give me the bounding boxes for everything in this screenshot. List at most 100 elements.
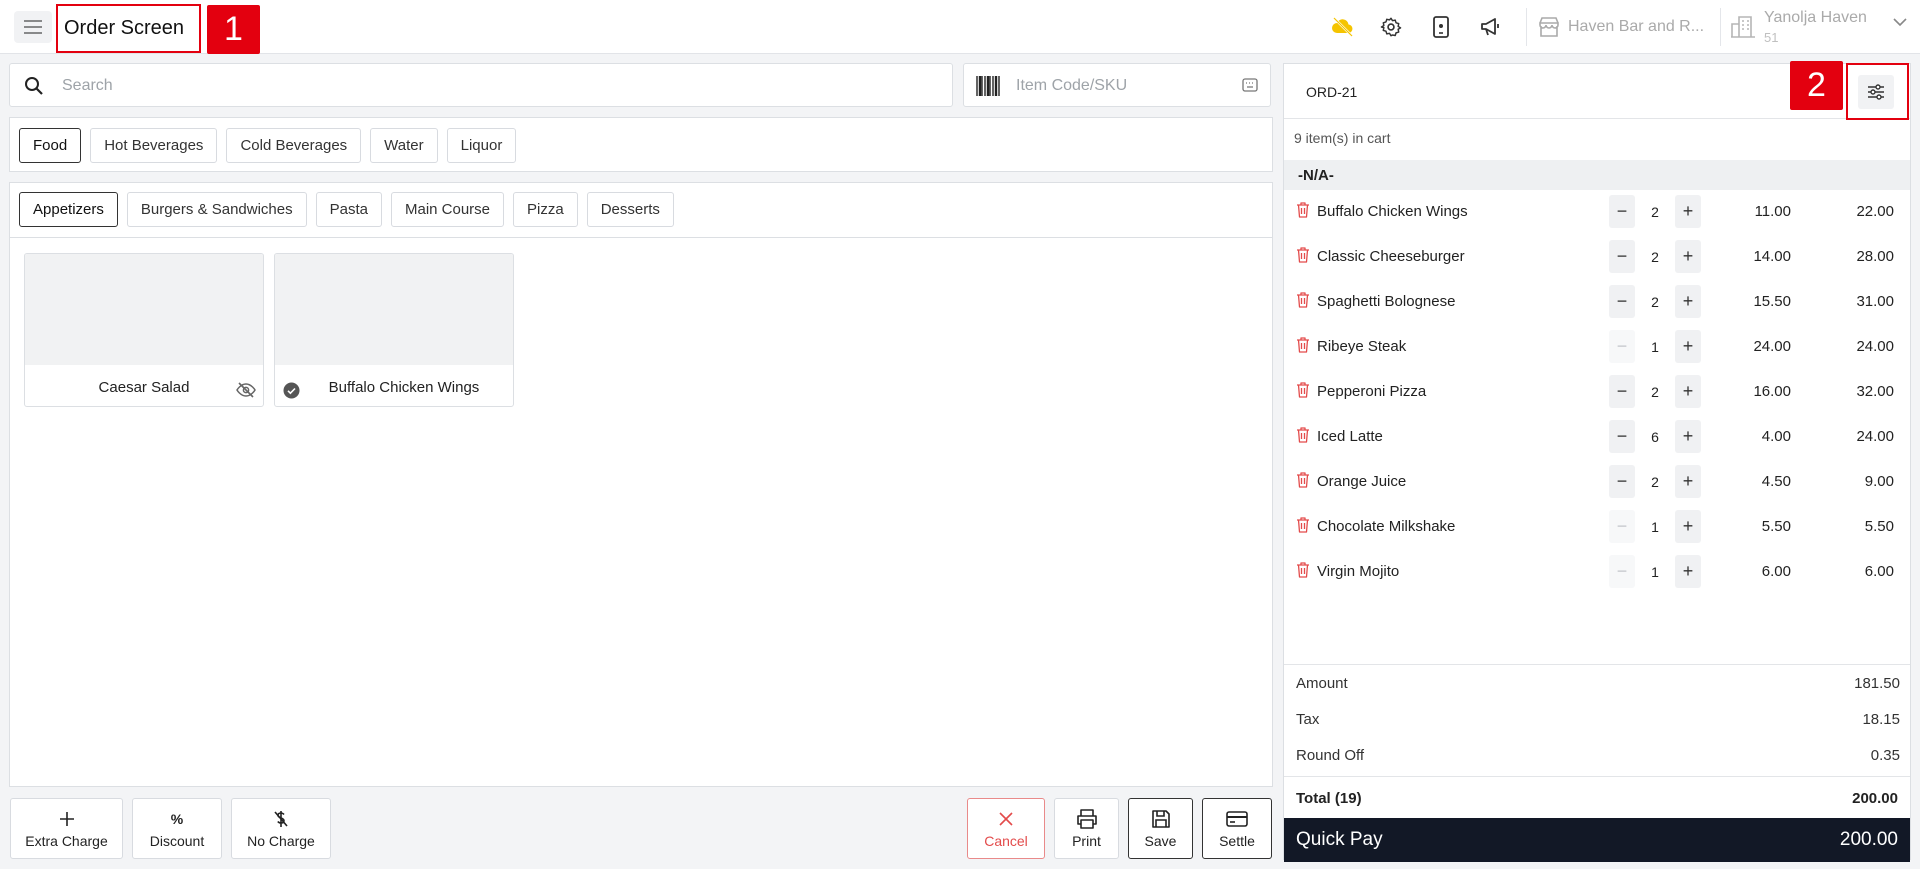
quick-pay-label: Quick Pay <box>1296 829 1383 850</box>
category-tab-hot-beverages[interactable]: Hot Beverages <box>90 128 218 163</box>
item-card-buffalo-chicken-wings[interactable]: Buffalo Chicken Wings <box>274 253 514 407</box>
sku-input[interactable] <box>1016 72 1216 100</box>
increase-qty-button[interactable]: + <box>1675 330 1701 363</box>
cart-line-item: Spaghetti Bolognese −2 +15.50 31.00 <box>1284 280 1910 325</box>
no-dollar-icon <box>274 810 288 827</box>
save-button[interactable]: Save <box>1128 798 1193 859</box>
print-button[interactable]: Print <box>1054 798 1119 859</box>
credit-card-icon <box>1226 810 1248 827</box>
increase-qty-button[interactable]: + <box>1675 510 1701 543</box>
decrease-qty-button[interactable]: − <box>1609 465 1635 498</box>
category-tab-water[interactable]: Water <box>370 128 438 163</box>
line-total: 28.00 <box>1856 248 1894 265</box>
decrease-qty-button[interactable]: − <box>1609 510 1635 543</box>
building-icon <box>1731 16 1755 38</box>
save-icon <box>1151 809 1170 828</box>
line-item-name: Chocolate Milkshake <box>1317 518 1456 535</box>
decrease-qty-button[interactable]: − <box>1609 375 1635 408</box>
delete-line-button[interactable] <box>1296 202 1310 222</box>
delete-line-button[interactable] <box>1296 472 1310 492</box>
plus-icon <box>59 811 74 826</box>
increase-qty-button[interactable]: + <box>1675 240 1701 273</box>
gear-icon <box>1380 17 1402 37</box>
delete-line-button[interactable] <box>1296 382 1310 402</box>
increase-qty-button[interactable]: + <box>1675 285 1701 318</box>
line-item-name: Spaghetti Bolognese <box>1317 293 1456 310</box>
announcements-button[interactable] <box>1476 12 1506 42</box>
cart-options-button[interactable] <box>1858 75 1894 109</box>
chevron-down-icon <box>1893 18 1907 27</box>
total-label: Total (19) <box>1296 790 1362 807</box>
property-name: Yanolja Haven <box>1764 9 1867 26</box>
line-qty: 1 <box>1651 339 1659 355</box>
delete-line-button[interactable] <box>1296 562 1310 582</box>
printer-icon <box>1076 808 1097 829</box>
trash-icon <box>1297 337 1309 353</box>
delete-line-button[interactable] <box>1296 247 1310 267</box>
settle-button[interactable]: Settle <box>1202 798 1272 859</box>
store-selector[interactable]: Haven Bar and R... <box>1538 14 1704 40</box>
line-qty: 2 <box>1651 294 1659 310</box>
no-charge-button[interactable]: No Charge <box>231 798 331 859</box>
percent-icon: % <box>170 810 184 827</box>
decrease-qty-button[interactable]: − <box>1609 195 1635 228</box>
cart-line-item: Virgin Mojito −1 +6.00 6.00 <box>1284 550 1910 595</box>
line-item-name: Virgin Mojito <box>1317 563 1400 580</box>
line-qty: 2 <box>1651 204 1659 220</box>
settings-button[interactable] <box>1376 12 1406 42</box>
quick-pay-button[interactable]: Quick Pay 200.00 <box>1284 818 1910 862</box>
item-card-caesar-salad[interactable]: Caesar Salad <box>24 253 264 407</box>
line-total: 31.00 <box>1856 293 1894 310</box>
eye-off-icon[interactable] <box>236 382 256 398</box>
annotation-box-2 <box>1846 63 1909 120</box>
increase-qty-button[interactable]: + <box>1675 195 1701 228</box>
line-unit-price: 14.00 <box>1753 248 1791 265</box>
amount-value: 181.50 <box>1854 675 1900 692</box>
line-total: 9.00 <box>1864 473 1894 490</box>
line-qty: 1 <box>1651 564 1659 580</box>
category-tab-food[interactable]: Food <box>19 128 82 163</box>
line-qty: 2 <box>1651 474 1659 490</box>
subcategory-tab-appetizers[interactable]: Appetizers <box>19 192 118 227</box>
property-selector[interactable]: Yanolja Haven 51 <box>1730 6 1915 48</box>
trash-icon <box>1297 247 1309 263</box>
line-qty: 1 <box>1651 519 1659 535</box>
menu-button[interactable] <box>14 11 52 43</box>
delete-line-button[interactable] <box>1296 292 1310 312</box>
subcategory-tab-desserts[interactable]: Desserts <box>586 192 674 227</box>
search-input[interactable] <box>62 72 932 100</box>
delete-line-button[interactable] <box>1296 427 1310 447</box>
delete-line-button[interactable] <box>1296 517 1310 537</box>
cart-group-header: -N/A- <box>1284 160 1910 190</box>
decrease-qty-button[interactable]: − <box>1609 330 1635 363</box>
cancel-button[interactable]: Cancel <box>967 798 1045 859</box>
decrease-qty-button[interactable]: − <box>1609 240 1635 273</box>
increase-qty-button[interactable]: + <box>1675 465 1701 498</box>
line-unit-price: 11.00 <box>1754 203 1791 220</box>
subcategory-tab-burgers[interactable]: Burgers & Sandwiches <box>126 192 307 227</box>
decrease-qty-button[interactable]: − <box>1609 420 1635 453</box>
decrease-qty-button[interactable]: − <box>1609 285 1635 318</box>
discount-button[interactable]: % Discount <box>132 798 222 859</box>
increase-qty-button[interactable]: + <box>1675 555 1701 588</box>
increase-qty-button[interactable]: + <box>1675 375 1701 408</box>
category-tab-cold-beverages[interactable]: Cold Beverages <box>226 128 362 163</box>
trash-icon <box>1297 382 1309 398</box>
cart-line-item: Classic Cheeseburger −2 +14.00 28.00 <box>1284 235 1910 280</box>
keyboard-icon[interactable] <box>1242 77 1258 93</box>
sync-status-button[interactable] <box>1328 12 1358 42</box>
decrease-qty-button[interactable]: − <box>1609 555 1635 588</box>
subcategory-tab-pizza[interactable]: Pizza <box>513 192 578 227</box>
top-bar: Order Screen 1 Haven Bar and R... Yanolj… <box>0 0 1920 54</box>
subcategory-tab-pasta[interactable]: Pasta <box>315 192 382 227</box>
store-icon <box>1539 17 1559 37</box>
category-tab-liquor[interactable]: Liquor <box>446 128 517 163</box>
subcategory-tab-main-course[interactable]: Main Course <box>390 192 505 227</box>
increase-qty-button[interactable]: + <box>1675 420 1701 453</box>
trash-icon <box>1297 292 1309 308</box>
total-row: Total (19) 200.00 <box>1284 776 1910 818</box>
delete-line-button[interactable] <box>1296 337 1310 357</box>
trash-icon <box>1297 562 1309 578</box>
device-button[interactable] <box>1426 12 1456 42</box>
extra-charge-button[interactable]: Extra Charge <box>10 798 123 859</box>
